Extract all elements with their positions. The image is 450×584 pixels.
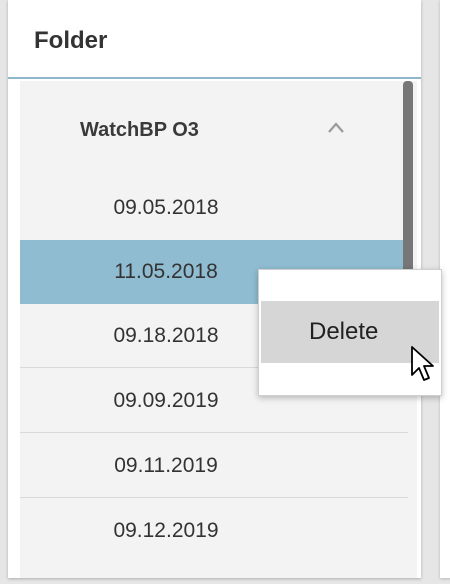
list-item[interactable]: 09.12.2019 (20, 499, 408, 563)
panel-header: Folder (8, 0, 421, 79)
list-item-date: 09.12.2019 (113, 519, 219, 542)
list-item[interactable]: 09.05.2018 (20, 176, 408, 240)
folder-group-header[interactable]: WatchBP O3 (20, 81, 400, 176)
scrollbar-thumb[interactable] (403, 81, 413, 281)
chevron-up-icon[interactable] (326, 119, 346, 135)
list-item-date: 09.11.2019 (114, 453, 218, 477)
folder-name: WatchBP O3 (80, 119, 199, 141)
list-item-date: 09.05.2018 (113, 196, 219, 219)
delete-label: Delete (309, 318, 379, 345)
arrow-pointer-icon (411, 346, 434, 381)
panel-title: Folder (34, 27, 108, 54)
list-item[interactable]: 09.11.2019 (20, 434, 408, 498)
